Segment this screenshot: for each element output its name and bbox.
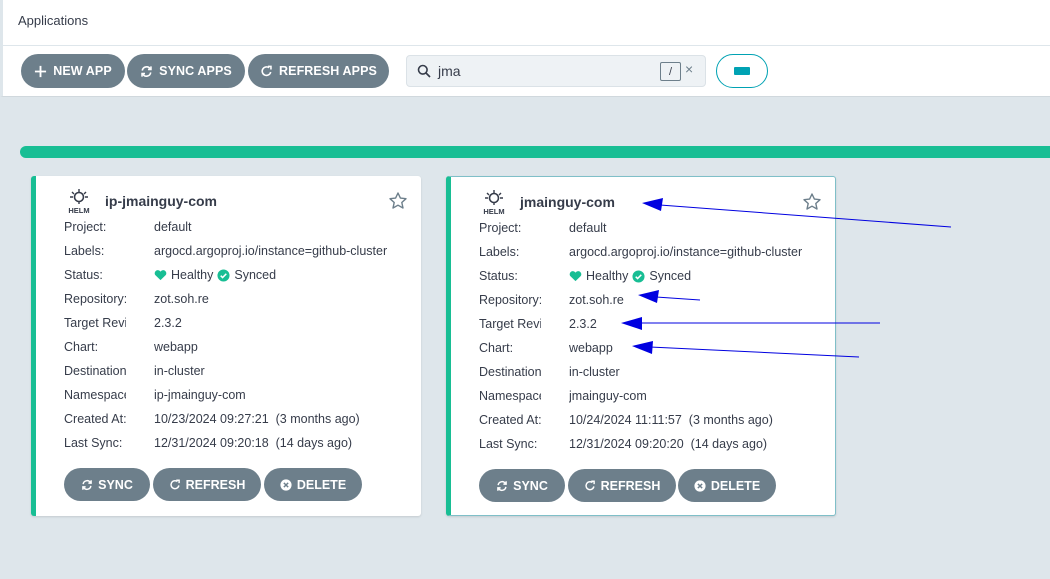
refresh-label: REFRESH	[185, 477, 246, 492]
helm-icon: HELM	[68, 189, 90, 215]
delete-icon	[694, 479, 706, 492]
health-status: Healthy	[586, 269, 629, 283]
sync-icon	[141, 65, 152, 77]
app-name[interactable]: ip-jmainguy-com	[105, 193, 217, 209]
sync-status: Synced	[234, 268, 277, 282]
delete-label: DELETE	[710, 478, 761, 493]
status-progress-bar	[20, 146, 1050, 158]
heart-icon	[154, 270, 167, 281]
page-title: Applications	[18, 13, 89, 28]
sync-icon	[497, 480, 507, 491]
close-icon[interactable]: ×	[685, 61, 693, 77]
sync-label: SYNC	[513, 478, 548, 493]
health-status: Healthy	[171, 268, 214, 282]
delete-label: DELETE	[296, 477, 347, 492]
star-icon[interactable]	[802, 192, 822, 212]
sync-button[interactable]: SYNC	[64, 468, 150, 501]
sync-button[interactable]: SYNC	[479, 469, 565, 502]
new-app-button[interactable]: NEW APP	[21, 54, 125, 88]
star-icon[interactable]	[388, 191, 408, 211]
new-app-label: NEW APP	[53, 64, 112, 78]
search-input[interactable]: jma	[438, 63, 461, 79]
top-bar: Applications	[0, 0, 1050, 46]
refresh-button[interactable]: REFRESH	[153, 468, 261, 501]
search-icon	[417, 64, 431, 78]
view-toggle-icon	[734, 67, 750, 75]
svg-text:HELM: HELM	[483, 207, 504, 216]
svg-text:HELM: HELM	[68, 206, 89, 215]
refresh-label: REFRESH	[600, 478, 661, 493]
plus-icon	[35, 65, 47, 77]
refresh-icon	[261, 65, 272, 76]
sync-label: SYNC	[98, 477, 133, 492]
check-circle-icon	[217, 268, 230, 282]
check-circle-icon	[632, 269, 645, 283]
app-card-ip-jmainguy-com[interactable]: HELM ip-jmainguy-com Project: default Lab…	[31, 176, 421, 516]
heart-icon	[569, 271, 582, 282]
delete-button[interactable]: DELETE	[264, 468, 362, 501]
sync-apps-label: SYNC APPS	[159, 64, 232, 78]
refresh-icon	[169, 479, 180, 489]
app-name[interactable]: jmainguy-com	[520, 194, 615, 210]
refresh-apps-label: REFRESH APPS	[279, 64, 377, 78]
toolbar: NEW APP SYNC APPS REFRESH APPS jma / ×	[0, 46, 1050, 97]
refresh-button[interactable]: REFRESH	[568, 469, 676, 502]
sync-icon	[82, 479, 92, 490]
app-card-jmainguy-com[interactable]: HELM jmainguy-com Project: default Labels…	[446, 176, 836, 516]
delete-icon	[280, 478, 292, 491]
refresh-icon	[584, 480, 595, 490]
view-toggle-button[interactable]	[716, 54, 768, 88]
refresh-apps-button[interactable]: REFRESH APPS	[248, 54, 389, 88]
sync-apps-button[interactable]: SYNC APPS	[127, 54, 245, 88]
helm-icon: HELM	[483, 190, 505, 216]
sync-status: Synced	[649, 269, 692, 283]
search-box[interactable]: jma / ×	[406, 55, 706, 87]
search-shortcut-hint: /	[660, 62, 681, 81]
delete-button[interactable]: DELETE	[678, 469, 776, 502]
